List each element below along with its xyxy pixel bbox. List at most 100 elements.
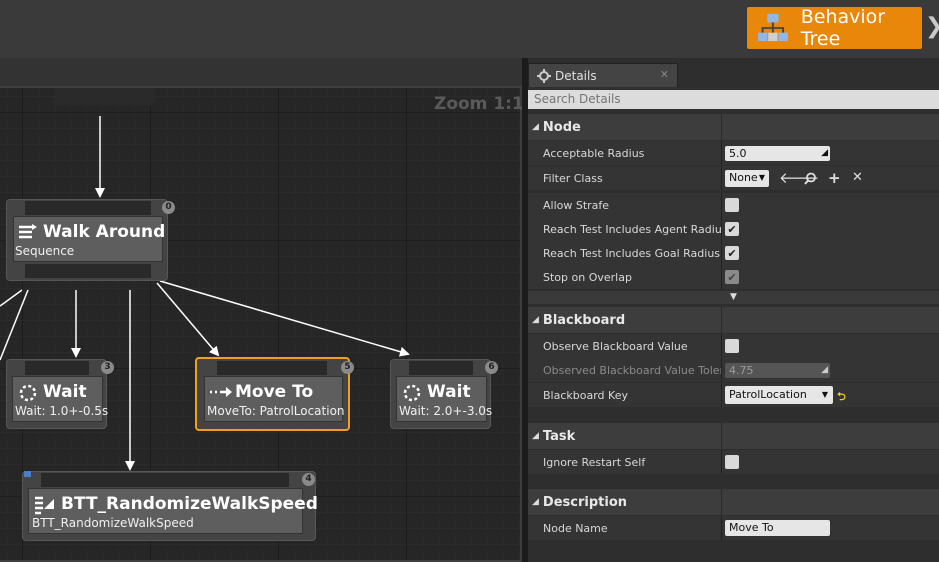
node-name-input[interactable]: Move To bbox=[725, 520, 830, 536]
observe-value-checkbox[interactable] bbox=[725, 339, 739, 353]
row-ignore-restart: Ignore Restart Self bbox=[528, 450, 939, 474]
category-blackboard[interactable]: ◢ Blackboard bbox=[528, 307, 939, 333]
wait-a-subtitle: Wait: 1.0+-0.5s bbox=[15, 404, 109, 418]
wait-b-title: Wait bbox=[427, 382, 471, 402]
move-to-title: Move To bbox=[235, 382, 314, 402]
row-acceptable-radius: Acceptable Radius 5.0 ◢ bbox=[528, 141, 939, 165]
category-node[interactable]: ◢ Node bbox=[528, 114, 939, 140]
blueprint-marker-icon bbox=[24, 471, 31, 477]
category-task-label: Task bbox=[542, 428, 576, 444]
wait-b-subtitle: Wait: 2.0+-3.0s bbox=[399, 404, 493, 418]
stop-overlap-label: Stop on Overlap bbox=[543, 270, 632, 284]
link-walk-wait-b bbox=[159, 280, 410, 357]
search-icon[interactable] bbox=[804, 172, 817, 185]
filter-class-label: Filter Class bbox=[543, 171, 603, 185]
row-observe-value: Observe Blackboard Value bbox=[528, 334, 939, 358]
link-walk-offscreen-b bbox=[0, 289, 29, 361]
resize-handle-icon[interactable]: ◢ bbox=[821, 363, 828, 378]
reach-goal-label: Reach Test Includes Goal Radius bbox=[543, 246, 721, 260]
clear-icon[interactable]: ✕ bbox=[852, 171, 863, 185]
blackboard-key-dropdown[interactable]: PatrolLocation ▼ bbox=[725, 386, 833, 404]
node-input-pin[interactable] bbox=[217, 361, 327, 375]
filter-class-value: None bbox=[729, 171, 758, 184]
filter-class-dropdown[interactable]: None ▼ bbox=[725, 170, 769, 187]
reset-to-default-icon[interactable]: ⮌ bbox=[837, 388, 846, 407]
close-icon[interactable]: ✕ bbox=[660, 68, 669, 81]
acceptable-radius-input[interactable]: 5.0 ◢ bbox=[725, 146, 830, 161]
observed-tolerance-input[interactable]: 4.75 ◢ bbox=[725, 363, 830, 378]
category-description[interactable]: ◢ Description bbox=[528, 489, 939, 515]
behavior-tree-label: Behavior Tree bbox=[800, 6, 886, 50]
stop-overlap-checkbox[interactable]: ✔ bbox=[725, 270, 739, 284]
collapse-arrow-icon: ◢ bbox=[532, 122, 539, 132]
row-stop-overlap: Stop on Overlap ✔ bbox=[528, 265, 939, 289]
behavior-tree-icon bbox=[757, 14, 788, 42]
node-input-pin[interactable] bbox=[25, 361, 89, 375]
allow-strafe-checkbox[interactable] bbox=[725, 198, 739, 212]
row-reach-goal: Reach Test Includes Goal Radius ✔ bbox=[528, 241, 939, 265]
row-node-name: Node Name Move To bbox=[528, 516, 939, 540]
node-index-badge: 4 bbox=[302, 473, 315, 486]
row-allow-strafe: Allow Strafe bbox=[528, 193, 939, 217]
move-to-icon bbox=[210, 387, 232, 397]
randomize-subtitle: BTT_RandomizeWalkSpeed bbox=[32, 516, 194, 530]
behavior-tree-button[interactable]: Behavior Tree bbox=[747, 6, 922, 50]
advanced-expand-icon[interactable]: ▼ bbox=[528, 291, 939, 304]
node-name-label: Node Name bbox=[543, 521, 608, 535]
category-description-label: Description bbox=[542, 494, 628, 510]
wait-a-title: Wait bbox=[43, 382, 87, 402]
node-index-badge: 0 bbox=[162, 201, 175, 214]
collapse-arrow-icon: ◢ bbox=[532, 497, 539, 507]
chevron-right-icon[interactable]: ❯ bbox=[925, 14, 939, 39]
row-observed-tolerance: Observed Blackboard Value Toleran 4.75 ◢ bbox=[528, 358, 939, 382]
details-gear-icon bbox=[537, 68, 551, 83]
wait-node-b[interactable]: Wait Wait: 2.0+-3.0s 6 bbox=[390, 359, 498, 429]
dropdown-arrow-icon: ▼ bbox=[758, 173, 765, 182]
node-input-pin[interactable] bbox=[41, 473, 289, 487]
link-walk-offscreen-a bbox=[0, 289, 23, 307]
move-to-node[interactable]: Move To MoveTo: PatrolLocation 5 bbox=[195, 357, 354, 431]
category-task[interactable]: ◢ Task bbox=[528, 423, 939, 449]
row-reach-agent: Reach Test Includes Agent Radius ✔ bbox=[528, 217, 939, 241]
tab-details-label: Details bbox=[555, 68, 597, 83]
acceptable-radius-label: Acceptable Radius bbox=[543, 146, 645, 160]
node-input-pin[interactable] bbox=[409, 361, 473, 375]
node-index-badge: 3 bbox=[101, 361, 114, 374]
node-index-badge: 5 bbox=[341, 361, 354, 374]
row-blackboard-key: Blackboard Key PatrolLocation ▼ ⮌ bbox=[528, 383, 939, 407]
wait-icon bbox=[403, 384, 421, 402]
walk-around-subtitle: Sequence bbox=[15, 244, 75, 258]
acceptable-radius-value: 5.0 bbox=[729, 147, 747, 160]
wait-icon bbox=[19, 384, 37, 402]
category-blackboard-label: Blackboard bbox=[542, 312, 626, 328]
observed-tolerance-label: Observed Blackboard Value Toleran bbox=[543, 363, 721, 377]
ignore-restart-label: Ignore Restart Self bbox=[543, 455, 646, 469]
row-filter-class: Filter Class None ▼ 🡐 + ✕ bbox=[528, 166, 939, 190]
tab-details[interactable]: Details ✕ bbox=[528, 63, 678, 87]
node-name-value: Move To bbox=[729, 521, 774, 534]
resize-handle-icon[interactable]: ◢ bbox=[821, 146, 828, 161]
node-input-pin[interactable] bbox=[25, 201, 151, 215]
observe-value-label: Observe Blackboard Value bbox=[543, 339, 688, 353]
collapse-arrow-icon: ◢ bbox=[532, 431, 539, 441]
reach-agent-checkbox[interactable]: ✔ bbox=[725, 222, 739, 236]
move-to-subtitle: MoveTo: PatrolLocation bbox=[207, 404, 345, 418]
walk-around-node[interactable]: Walk Around Sequence 0 bbox=[6, 199, 175, 281]
sequence-icon bbox=[19, 224, 37, 239]
allow-strafe-label: Allow Strafe bbox=[543, 198, 610, 212]
node-output-pin[interactable] bbox=[25, 264, 151, 278]
randomize-walk-speed-node[interactable]: BTT_RandomizeWalkSpeed BTT_RandomizeWalk… bbox=[22, 471, 318, 541]
node-index-badge: 6 bbox=[485, 361, 498, 374]
ignore-restart-checkbox[interactable] bbox=[725, 455, 739, 469]
category-node-label: Node bbox=[542, 119, 581, 135]
observed-tolerance-value: 4.75 bbox=[729, 364, 754, 377]
reach-agent-label: Reach Test Includes Agent Radius bbox=[543, 222, 721, 236]
search-details-input[interactable] bbox=[528, 90, 939, 109]
blackboard-key-label: Blackboard Key bbox=[543, 388, 628, 402]
reach-goal-checkbox[interactable]: ✔ bbox=[725, 246, 739, 260]
randomize-title: BTT_RandomizeWalkSpeed bbox=[61, 494, 318, 514]
task-icon bbox=[35, 496, 54, 515]
wait-node-a[interactable]: Wait Wait: 1.0+-0.5s 3 bbox=[6, 359, 114, 429]
collapse-arrow-icon: ◢ bbox=[532, 315, 539, 325]
add-icon[interactable]: + bbox=[828, 171, 841, 186]
